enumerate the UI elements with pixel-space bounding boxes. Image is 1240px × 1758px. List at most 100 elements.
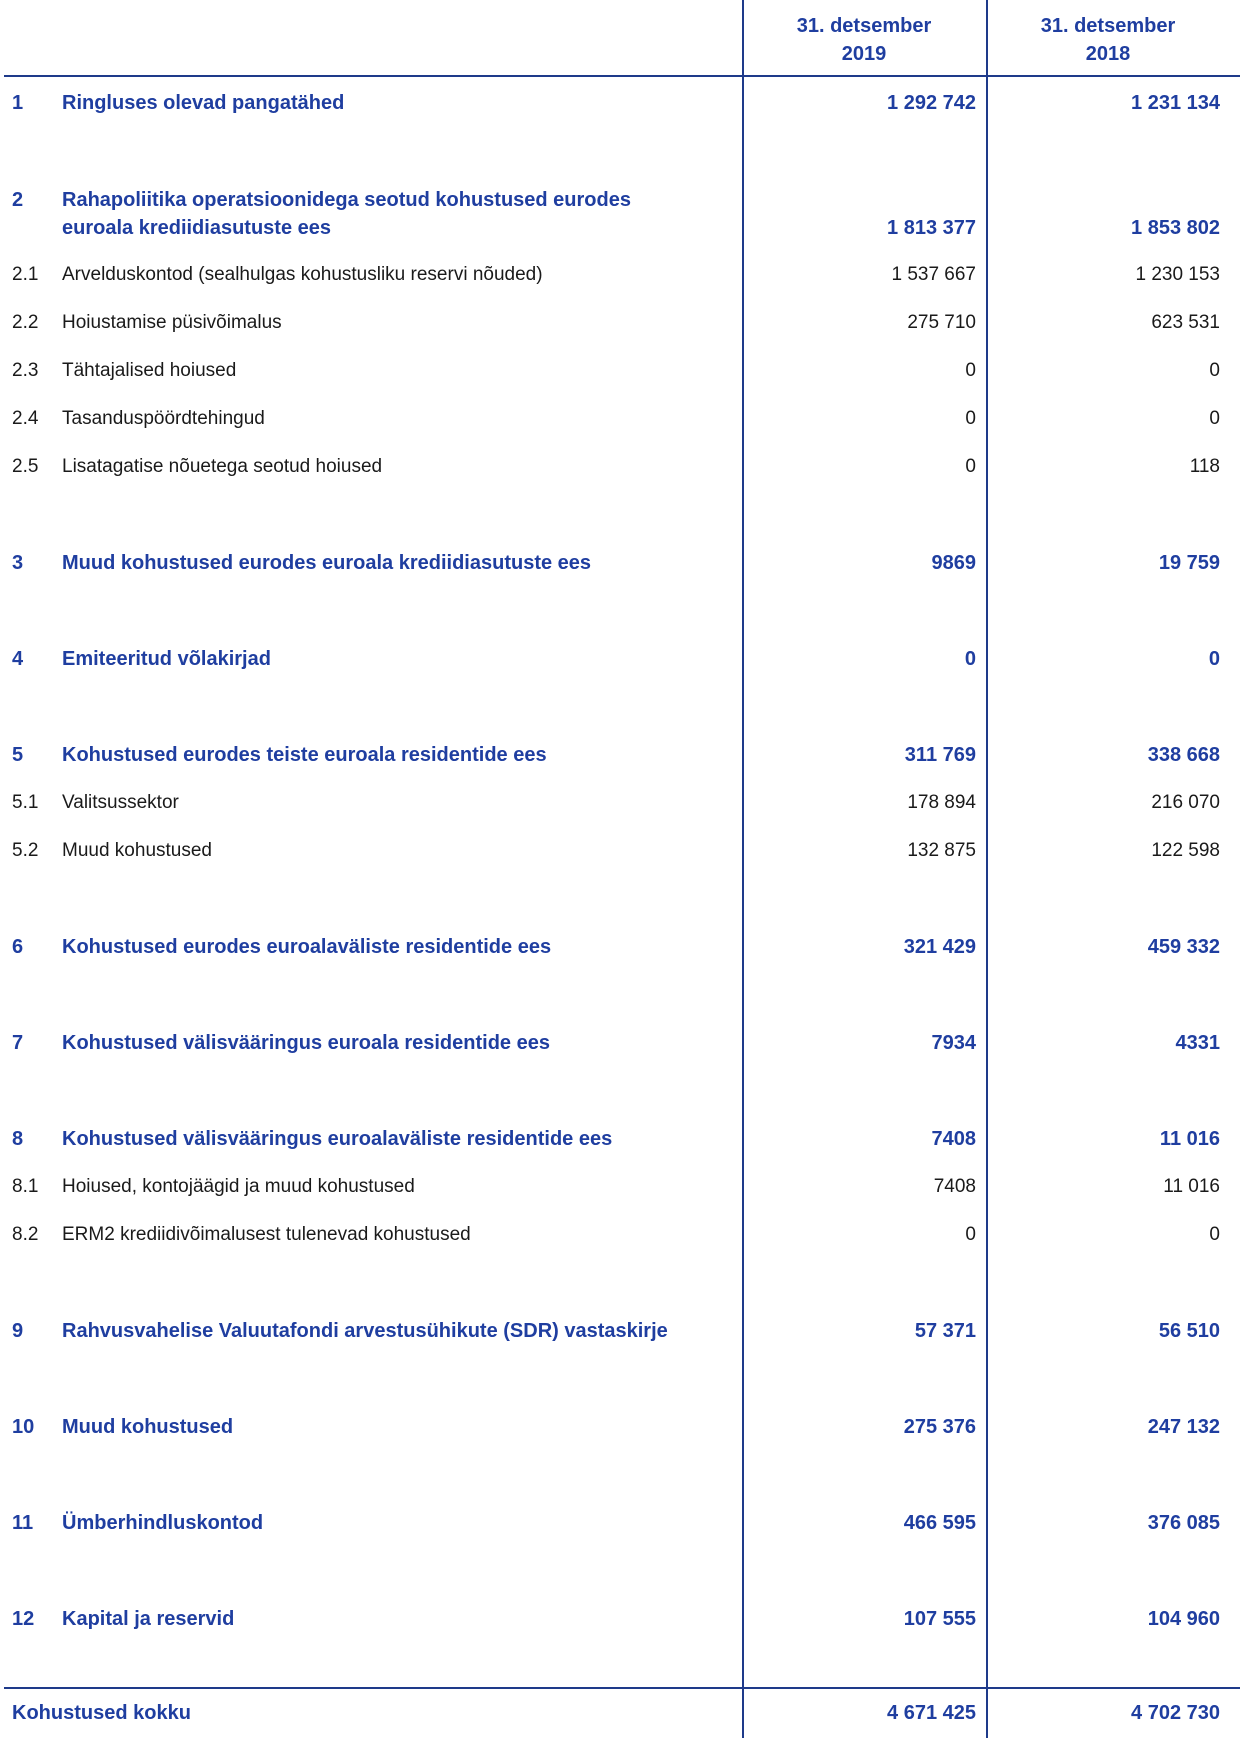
row-label: Rahapoliitika operatsioonidega seotud ko… xyxy=(62,186,722,242)
value-2018: 4331 xyxy=(1175,1032,1221,1054)
row-number: 8.2 xyxy=(12,1224,39,1245)
value-2018: 623 531 xyxy=(1151,312,1220,333)
row-label: Kohustused välisvääringus euroalaväliste… xyxy=(62,1125,722,1153)
value-2018: 104 960 xyxy=(1147,1608,1220,1630)
row-number: 5.1 xyxy=(12,792,39,813)
value-2019: 7408 xyxy=(931,1128,977,1150)
row-label-line: Emiteeritud võlakirjad xyxy=(62,648,271,670)
row-number: 2.2 xyxy=(12,312,39,333)
row-label-line: Valitsussektor xyxy=(62,792,179,813)
row-label-line: Kapital ja reservid xyxy=(62,1608,235,1630)
row-label-line: Ümberhindluskontod xyxy=(62,1512,264,1534)
row-label: Emiteeritud võlakirjad xyxy=(62,645,722,673)
row-label-line: Kohustused eurodes teiste euroala reside… xyxy=(62,744,547,766)
row-number: 6 xyxy=(12,936,24,958)
value-2019: 7408 xyxy=(933,1176,976,1197)
value-2019: 57 371 xyxy=(914,1320,976,1342)
column-header-year: 2019 xyxy=(841,43,887,65)
column-header-year: 2018 xyxy=(1085,43,1131,65)
row-label-line: Muud kohustused xyxy=(62,1416,234,1438)
row-number: 8.1 xyxy=(12,1176,39,1197)
value-2018: 216 070 xyxy=(1151,792,1220,813)
value-2018: 1 230 153 xyxy=(1135,264,1220,285)
row-number: 9 xyxy=(12,1320,24,1342)
row-label: Kohustused välisvääringus euroala reside… xyxy=(62,1029,722,1057)
row-label-line: Hoiustamise püsivõimalus xyxy=(62,312,282,333)
row-label: Ümberhindluskontod xyxy=(62,1509,722,1537)
row-label-line: Lisatagatise nõuetega seotud hoiused xyxy=(62,456,383,477)
value-2019: 1 292 742 xyxy=(887,92,976,114)
value-2018: 118 xyxy=(1189,456,1220,477)
value-2019: 275 376 xyxy=(903,1416,976,1438)
row-label: Hoiustamise püsivõimalus xyxy=(62,309,722,337)
row-label: Muud kohustused xyxy=(62,837,722,865)
value-2018: 19 759 xyxy=(1158,552,1220,574)
row-number: 7 xyxy=(12,1032,24,1054)
total-rule xyxy=(4,1687,1240,1689)
row-label: Rahvusvahelise Valuutafondi arvestusühik… xyxy=(62,1317,722,1345)
value-2018: 11 016 xyxy=(1159,1128,1220,1150)
row-label: Kohustused eurodes euroalaväliste reside… xyxy=(62,933,722,961)
total-value-2018: 4 702 730 xyxy=(1131,1702,1220,1724)
total-label: Kohustused kokku xyxy=(12,1702,191,1724)
value-2019: 0 xyxy=(965,456,976,477)
row-label: Muud kohustused xyxy=(62,1413,722,1441)
row-label-line: Ringluses olevad pangatähed xyxy=(62,92,345,114)
column-header-date: 31. detsember xyxy=(796,15,932,37)
row-label: Muud kohustused eurodes euroala krediidi… xyxy=(62,549,722,577)
row-number: 4 xyxy=(12,648,24,670)
row-number: 5.2 xyxy=(12,840,39,861)
total-value-2019: 4 671 425 xyxy=(887,1702,976,1724)
value-2019: 107 555 xyxy=(903,1608,976,1630)
row-label-line: euroala krediidiasutuste ees xyxy=(62,217,332,239)
value-2019: 9869 xyxy=(931,552,977,574)
row-number: 10 xyxy=(12,1416,35,1438)
row-label-line: Muud kohustused eurodes euroala krediidi… xyxy=(62,552,592,574)
value-2018: 0 xyxy=(1209,408,1220,429)
row-number: 2.3 xyxy=(12,360,39,381)
column-header-date: 31. detsember xyxy=(1040,15,1176,37)
value-2019: 1 537 667 xyxy=(891,264,976,285)
value-2018: 1 231 134 xyxy=(1131,92,1220,114)
row-number: 11 xyxy=(12,1512,34,1534)
row-label-line: Kohustused eurodes euroalaväliste reside… xyxy=(62,936,552,958)
value-2019: 7934 xyxy=(931,1032,977,1054)
value-2018: 0 xyxy=(1209,360,1220,381)
liabilities-table: 31. detsember 2019 31. detsember 2018 1 R… xyxy=(0,0,1240,1758)
row-number: 8 xyxy=(12,1128,24,1150)
row-label: Ringluses olevad pangatähed xyxy=(62,89,722,117)
value-2019: 275 710 xyxy=(907,312,976,333)
value-2019: 466 595 xyxy=(903,1512,976,1534)
row-label-line: ERM2 krediidivõimalusest tulenevad kohus… xyxy=(62,1224,471,1245)
row-label-line: Hoiused, kontojäägid ja muud kohustused xyxy=(62,1176,415,1197)
row-label-line: Tasanduspöördtehingud xyxy=(62,408,265,429)
column-divider-2019 xyxy=(742,0,744,1738)
value-2019: 0 xyxy=(964,648,976,670)
column-divider-2018 xyxy=(986,0,988,1738)
header-rule xyxy=(4,75,1240,77)
value-2019: 311 769 xyxy=(904,744,976,766)
row-label: Tähtajalised hoiused xyxy=(62,357,722,385)
row-number: 5 xyxy=(12,744,24,766)
row-label: Kohustused eurodes teiste euroala reside… xyxy=(62,741,722,769)
row-label-line: Kohustused välisvääringus euroala reside… xyxy=(62,1032,550,1054)
row-number: 2.4 xyxy=(12,408,39,429)
row-label-line: Muud kohustused xyxy=(62,840,212,861)
row-number: 2.1 xyxy=(12,264,39,285)
column-header-2019: 31. detsember 2019 xyxy=(744,12,984,68)
row-number: 2 xyxy=(12,189,24,211)
row-label-line: Arvelduskontod (sealhulgas kohustusliku … xyxy=(62,264,543,285)
row-label: Tasanduspöördtehingud xyxy=(62,405,722,433)
column-header-2018: 31. detsember 2018 xyxy=(988,12,1228,68)
value-2018: 122 598 xyxy=(1151,840,1220,861)
value-2018: 0 xyxy=(1208,648,1220,670)
value-2018: 56 510 xyxy=(1158,1320,1220,1342)
row-label-line: Kohustused välisvääringus euroalaväliste… xyxy=(62,1128,613,1150)
row-label: Lisatagatise nõuetega seotud hoiused xyxy=(62,453,722,481)
value-2018: 247 132 xyxy=(1147,1416,1220,1438)
row-label: Valitsussektor xyxy=(62,789,722,817)
row-label-line: Tähtajalised hoiused xyxy=(62,360,237,381)
row-number: 2.5 xyxy=(12,456,39,477)
value-2018: 0 xyxy=(1209,1224,1220,1245)
value-2018: 1 853 802 xyxy=(1131,217,1220,239)
